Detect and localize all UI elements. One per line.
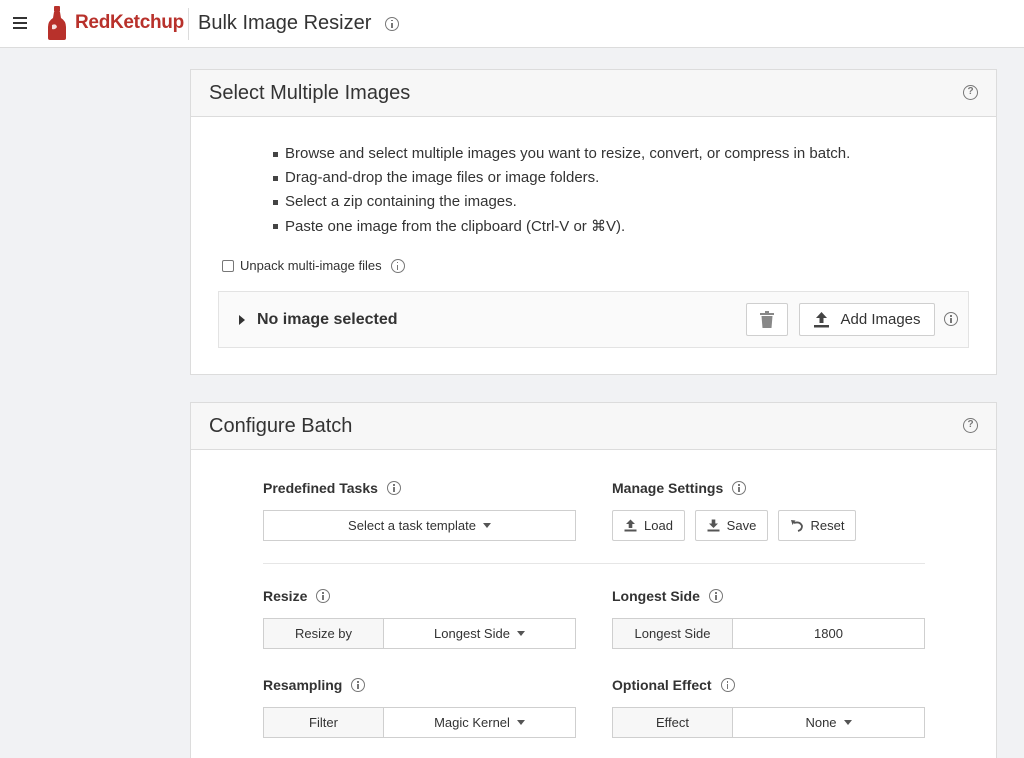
delete-button[interactable]	[746, 303, 788, 336]
list-item: Select a zip containing the images.	[272, 193, 850, 217]
ketchup-bottle-icon[interactable]	[46, 5, 68, 41]
info-icon[interactable]	[384, 16, 399, 31]
effect-select[interactable]: None	[733, 708, 924, 737]
chevron-down-icon	[516, 631, 525, 636]
resampling-heading: Resampling	[263, 677, 366, 693]
resize-by-field: Resize by Longest Side	[263, 618, 576, 649]
list-item: Browse and select multiple images you wa…	[272, 145, 850, 169]
resize-by-value: Longest Side	[434, 626, 510, 641]
reset-label: Reset	[810, 518, 845, 533]
effect-value: None	[805, 715, 837, 730]
info-icon[interactable]	[390, 258, 405, 273]
unpack-checkbox[interactable]	[222, 259, 234, 272]
longest-side-field-label: Longest Side	[613, 619, 733, 648]
help-icon[interactable]: ?	[963, 418, 978, 433]
effect-label: Effect	[613, 708, 733, 737]
save-label: Save	[726, 518, 757, 533]
app-title-text: Bulk Image Resizer	[198, 12, 372, 34]
help-icon[interactable]: ?	[963, 85, 978, 100]
undo-icon	[790, 520, 803, 532]
filter-value: Magic Kernel	[434, 715, 510, 730]
hamburger-icon[interactable]	[13, 17, 27, 29]
top-bar: RedKetchup Bulk Image Resizer	[0, 0, 1024, 48]
optional-effect-heading: Optional Effect	[612, 677, 735, 693]
panel-title: Configure Batch	[209, 415, 353, 437]
info-icon[interactable]	[386, 481, 401, 495]
upload-icon	[624, 519, 637, 532]
instructions-list: Browse and select multiple images you wa…	[272, 145, 850, 241]
resize-by-label: Resize by	[264, 619, 384, 648]
resize-by-select[interactable]: Longest Side	[384, 619, 575, 648]
panel-header: Select Multiple Images ?	[191, 70, 996, 117]
no-image-label[interactable]: No image selected	[257, 311, 398, 329]
unpack-option: Unpack multi-image files	[222, 258, 405, 273]
section-divider	[263, 563, 925, 564]
header-divider	[188, 8, 189, 40]
info-icon[interactable]	[316, 589, 331, 603]
resize-heading: Resize	[263, 588, 331, 604]
load-label: Load	[644, 518, 673, 533]
add-images-button[interactable]: Add Images	[799, 303, 935, 336]
manage-settings-heading: Manage Settings	[612, 480, 747, 496]
filter-label: Filter	[264, 708, 384, 737]
resize-label: Resize	[263, 588, 308, 604]
load-button[interactable]: Load	[612, 510, 685, 541]
caret-right-icon[interactable]	[239, 315, 245, 325]
brand-logo[interactable]: RedKetchup	[75, 12, 184, 34]
app-title: Bulk Image Resizer	[198, 12, 399, 35]
optional-effect-label: Optional Effect	[612, 677, 712, 693]
configure-batch-panel: Configure Batch ? Predefined Tasks Selec…	[190, 402, 997, 758]
chevron-down-icon	[482, 523, 491, 528]
panel-title: Select Multiple Images	[209, 82, 411, 104]
unpack-label[interactable]: Unpack multi-image files	[240, 258, 382, 273]
download-icon	[707, 519, 720, 532]
panel-header: Configure Batch ?	[191, 403, 996, 450]
trash-icon	[760, 310, 774, 328]
chevron-down-icon	[843, 720, 852, 725]
manage-settings-label: Manage Settings	[612, 480, 724, 496]
save-button[interactable]: Save	[695, 510, 768, 541]
info-icon[interactable]	[732, 481, 747, 495]
list-item: Paste one image from the clipboard (Ctrl…	[272, 217, 850, 241]
predefined-tasks-heading: Predefined Tasks	[263, 480, 401, 496]
add-images-label: Add Images	[840, 311, 921, 328]
longest-side-input[interactable]: 1800	[733, 619, 924, 648]
longest-side-label: Longest Side	[612, 588, 700, 604]
filter-field: Filter Magic Kernel	[263, 707, 576, 738]
list-item: Drag-and-drop the image files or image f…	[272, 169, 850, 193]
task-template-select[interactable]: Select a task template	[263, 510, 576, 541]
info-icon[interactable]	[720, 678, 735, 692]
longest-side-heading: Longest Side	[612, 588, 723, 604]
effect-field: Effect None	[612, 707, 925, 738]
image-selection-bar: No image selected Add Images	[218, 291, 969, 348]
predefined-tasks-label: Predefined Tasks	[263, 480, 378, 496]
chevron-down-icon	[516, 720, 525, 725]
reset-button[interactable]: Reset	[778, 510, 856, 541]
task-template-value: Select a task template	[348, 518, 476, 533]
info-icon[interactable]	[944, 312, 958, 326]
info-icon[interactable]	[351, 678, 366, 692]
info-icon[interactable]	[708, 589, 723, 603]
select-images-panel: Select Multiple Images ? Browse and sele…	[190, 69, 997, 375]
longest-side-field: Longest Side 1800	[612, 618, 925, 649]
upload-icon	[814, 312, 830, 328]
resampling-label: Resampling	[263, 677, 343, 693]
filter-select[interactable]: Magic Kernel	[384, 708, 575, 737]
